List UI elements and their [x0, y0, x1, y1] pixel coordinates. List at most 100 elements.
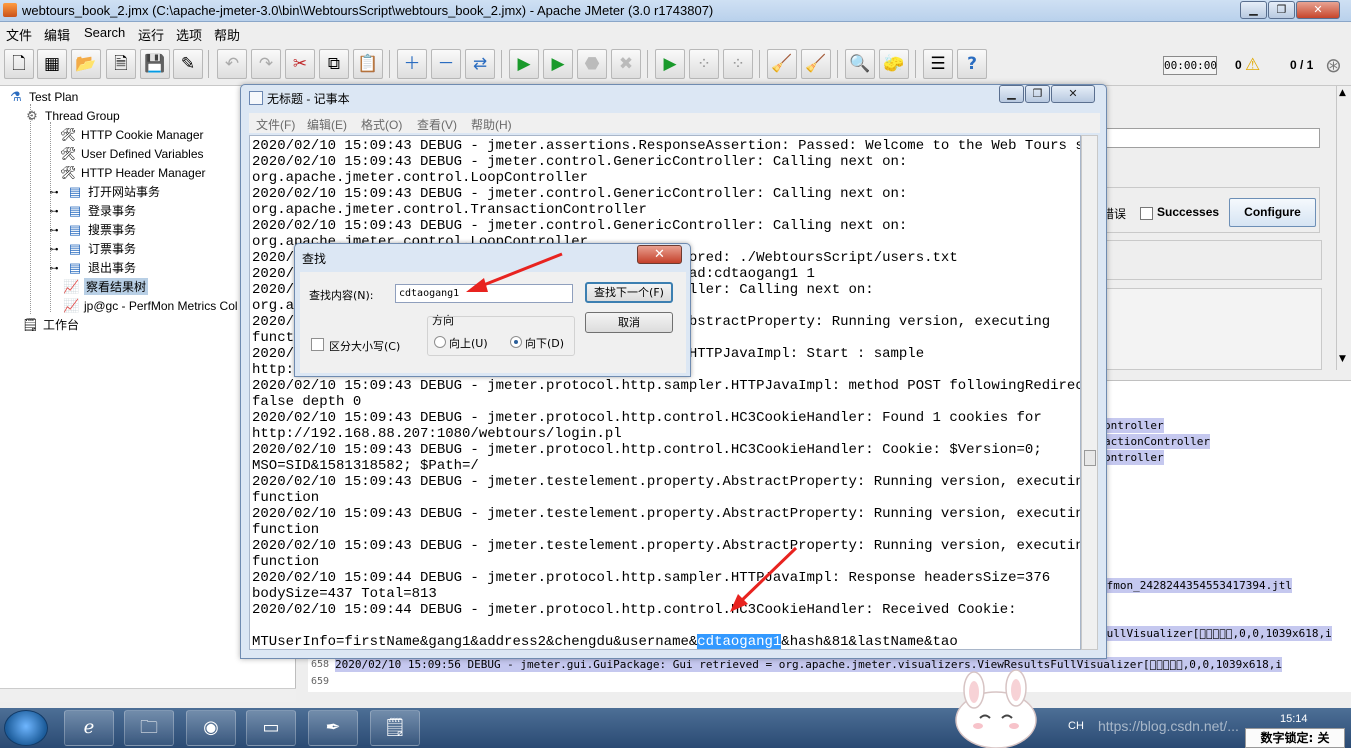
tree-item-http-cookie-manager[interactable]: 🛠 HTTP Cookie Manager [60, 125, 204, 144]
cmd-taskbar-icon[interactable]: ▭ [246, 710, 296, 746]
toggle-icon[interactable]: ⇄ [465, 49, 495, 79]
menu-edit[interactable]: 编辑 [44, 25, 70, 44]
expand-handle-icon[interactable]: ⊶ [46, 222, 62, 238]
copy-icon[interactable]: ⧉ [319, 49, 349, 79]
tree-item-login-transaction[interactable]: ⊶ ▤ 登录事务 [46, 201, 137, 220]
tree-horizontal-scrollbar[interactable] [0, 688, 296, 702]
clear-icon[interactable]: 🧹 [767, 49, 797, 79]
menu-search[interactable]: Search [84, 25, 125, 40]
tree-item-logout-transaction[interactable]: ⊶ ▤ 退出事务 [46, 258, 137, 277]
remote-shutdown-icon[interactable]: ⁘ [723, 49, 753, 79]
notepad-menu-help[interactable]: 帮助(H) [471, 116, 512, 133]
right-panel-scrollbar[interactable]: ▲ ▼ [1336, 86, 1351, 370]
reset-search-icon[interactable]: 🧽 [879, 49, 909, 79]
expand-icon[interactable]: ＋ [397, 49, 427, 79]
cut-icon[interactable]: ✂ [285, 49, 315, 79]
notepad-menu-format[interactable]: 格式(O) [361, 116, 402, 133]
scrollbar-thumb[interactable] [1084, 450, 1096, 466]
name-field[interactable] [1106, 128, 1320, 148]
tree-item-http-header-manager[interactable]: 🛠 HTTP Header Manager [60, 163, 206, 182]
notepad-minimize-button[interactable]: ▁ [999, 85, 1024, 103]
window-title: webtours_book_2.jmx (C:\apache-jmeter-3.… [22, 3, 714, 18]
expand-handle-icon[interactable]: ⊶ [46, 203, 62, 219]
save-icon[interactable]: 💾 [140, 49, 170, 79]
text-line: 2020/02/10 15:09:43 DEBUG - jmeter.contr… [252, 186, 908, 202]
find-dialog-close-button[interactable]: ✕ [637, 245, 682, 264]
maximize-button[interactable]: ❐ [1268, 1, 1295, 19]
help-icon[interactable]: ? [957, 49, 987, 79]
paste-icon[interactable]: 📋 [353, 49, 383, 79]
expand-handle-icon[interactable]: ⊶ [46, 241, 62, 257]
minimize-button[interactable]: ▁ [1240, 1, 1267, 19]
notepad-maximize-button[interactable]: ❐ [1025, 85, 1050, 103]
ie-taskbar-icon[interactable]: ℯ [64, 710, 114, 746]
menu-file[interactable]: 文件 [6, 25, 32, 44]
jmeter-taskbar-icon[interactable]: ✒ [308, 710, 358, 746]
tree-item-book-ticket-transaction[interactable]: ⊶ ▤ 订票事务 [46, 239, 137, 258]
tree-item-thread-group[interactable]: ⚙ Thread Group [24, 106, 120, 125]
search-icon[interactable]: 🔍 [845, 49, 875, 79]
cancel-button[interactable]: 取消 [585, 312, 673, 333]
warning-icon[interactable]: ⚠ [1245, 55, 1260, 75]
elapsed-timer: 00:00:00 [1163, 56, 1217, 75]
tree-item-label: 退出事务 [88, 261, 137, 275]
remote-start-icon[interactable]: ▶ [655, 49, 685, 79]
expand-handle-icon[interactable]: ⊶ [46, 184, 62, 200]
tree-item-user-defined-variables[interactable]: 🛠 User Defined Variables [60, 144, 204, 163]
undo-icon[interactable]: ↶ [217, 49, 247, 79]
configure-button[interactable]: Configure [1229, 198, 1316, 227]
text-line: 2020/02/10 15:09:43 DEBUG - jmeter.contr… [252, 154, 908, 170]
tree-item-open-site-transaction[interactable]: ⊶ ▤ 打开网站事务 [46, 182, 161, 201]
find-next-button[interactable]: 查找下一个(F) [585, 282, 673, 303]
notepad-taskbar-icon[interactable]: 🗒 [370, 710, 420, 746]
start-icon[interactable]: ▶ [509, 49, 539, 79]
text-line: function [252, 490, 320, 506]
input-language[interactable]: CH [1068, 720, 1084, 732]
successes-checkbox[interactable] [1140, 207, 1153, 220]
system-clock[interactable]: 15:14 [1280, 713, 1308, 725]
tree-item-test-plan[interactable]: ⚗ Test Plan [8, 87, 78, 106]
remote-stop-icon[interactable]: ⁘ [689, 49, 719, 79]
redo-icon[interactable]: ↷ [251, 49, 281, 79]
tree-item-view-results-tree[interactable]: 📈 察看结果树 [63, 277, 149, 296]
expand-handle-icon[interactable]: ⊶ [46, 260, 62, 276]
shutdown-icon[interactable]: ✖ [611, 49, 641, 79]
chrome-taskbar-icon[interactable]: ◉ [186, 710, 236, 746]
direction-up-radio[interactable] [434, 336, 446, 348]
templates-icon[interactable]: ▦ [37, 49, 67, 79]
notepad-menu-edit[interactable]: 编辑(E) [307, 116, 347, 133]
tree-item-perfmon-metrics[interactable]: 📈 jp@gc - PerfMon Metrics Col [63, 296, 238, 315]
explorer-taskbar-icon[interactable]: 🗀 [124, 710, 174, 746]
notepad-menu-view[interactable]: 查看(V) [417, 116, 457, 133]
function-helper-icon[interactable]: ☰ [923, 49, 953, 79]
start-button[interactable] [4, 710, 48, 746]
scroll-up-icon[interactable]: ▲ [1339, 88, 1346, 98]
menu-run[interactable]: 运行 [138, 25, 164, 44]
notepad-vertical-scrollbar[interactable] [1081, 135, 1098, 650]
match-case-checkbox[interactable] [311, 338, 324, 351]
remote-status-icon: ⊛ [1325, 53, 1342, 77]
tree-item-workbench[interactable]: 🗒 工作台 [22, 315, 79, 334]
find-what-input[interactable]: cdtaogang1 [395, 284, 573, 303]
notepad-text-area[interactable]: 2020/02/10 15:09:44 DEBUG - jmeter.proto… [249, 135, 1081, 650]
tree-item-search-ticket-transaction[interactable]: ⊶ ▤ 搜票事务 [46, 220, 137, 239]
watermark: https://blog.csdn.net/... [1098, 718, 1239, 734]
direction-down-radio[interactable] [510, 336, 522, 348]
text-line: 2020/02/10 15:09:43 DEBUG - jmeter.teste… [252, 506, 1081, 522]
save-as-icon[interactable]: ✎ [173, 49, 203, 79]
close-file-icon[interactable]: 🗎 [106, 49, 136, 79]
open-icon[interactable]: 📂 [71, 49, 101, 79]
notepad-menu-file[interactable]: 文件(F) [256, 116, 295, 133]
start-no-pause-icon[interactable]: ▶ [543, 49, 573, 79]
collapse-icon[interactable]: － [431, 49, 461, 79]
stop-icon[interactable]: ⬣ [577, 49, 607, 79]
close-button[interactable]: ✕ [1296, 1, 1340, 19]
scroll-down-icon[interactable]: ▼ [1339, 354, 1346, 364]
text-line: false depth 0 [252, 394, 362, 410]
new-icon[interactable]: 🗋 [4, 49, 34, 79]
notepad-title: 无标题 - 记事本 [267, 92, 350, 106]
notepad-close-button[interactable]: ✕ [1051, 85, 1095, 103]
menu-help[interactable]: 帮助 [214, 25, 240, 44]
menu-options[interactable]: 选项 [176, 25, 202, 44]
clear-all-icon[interactable]: 🧹 [801, 49, 831, 79]
